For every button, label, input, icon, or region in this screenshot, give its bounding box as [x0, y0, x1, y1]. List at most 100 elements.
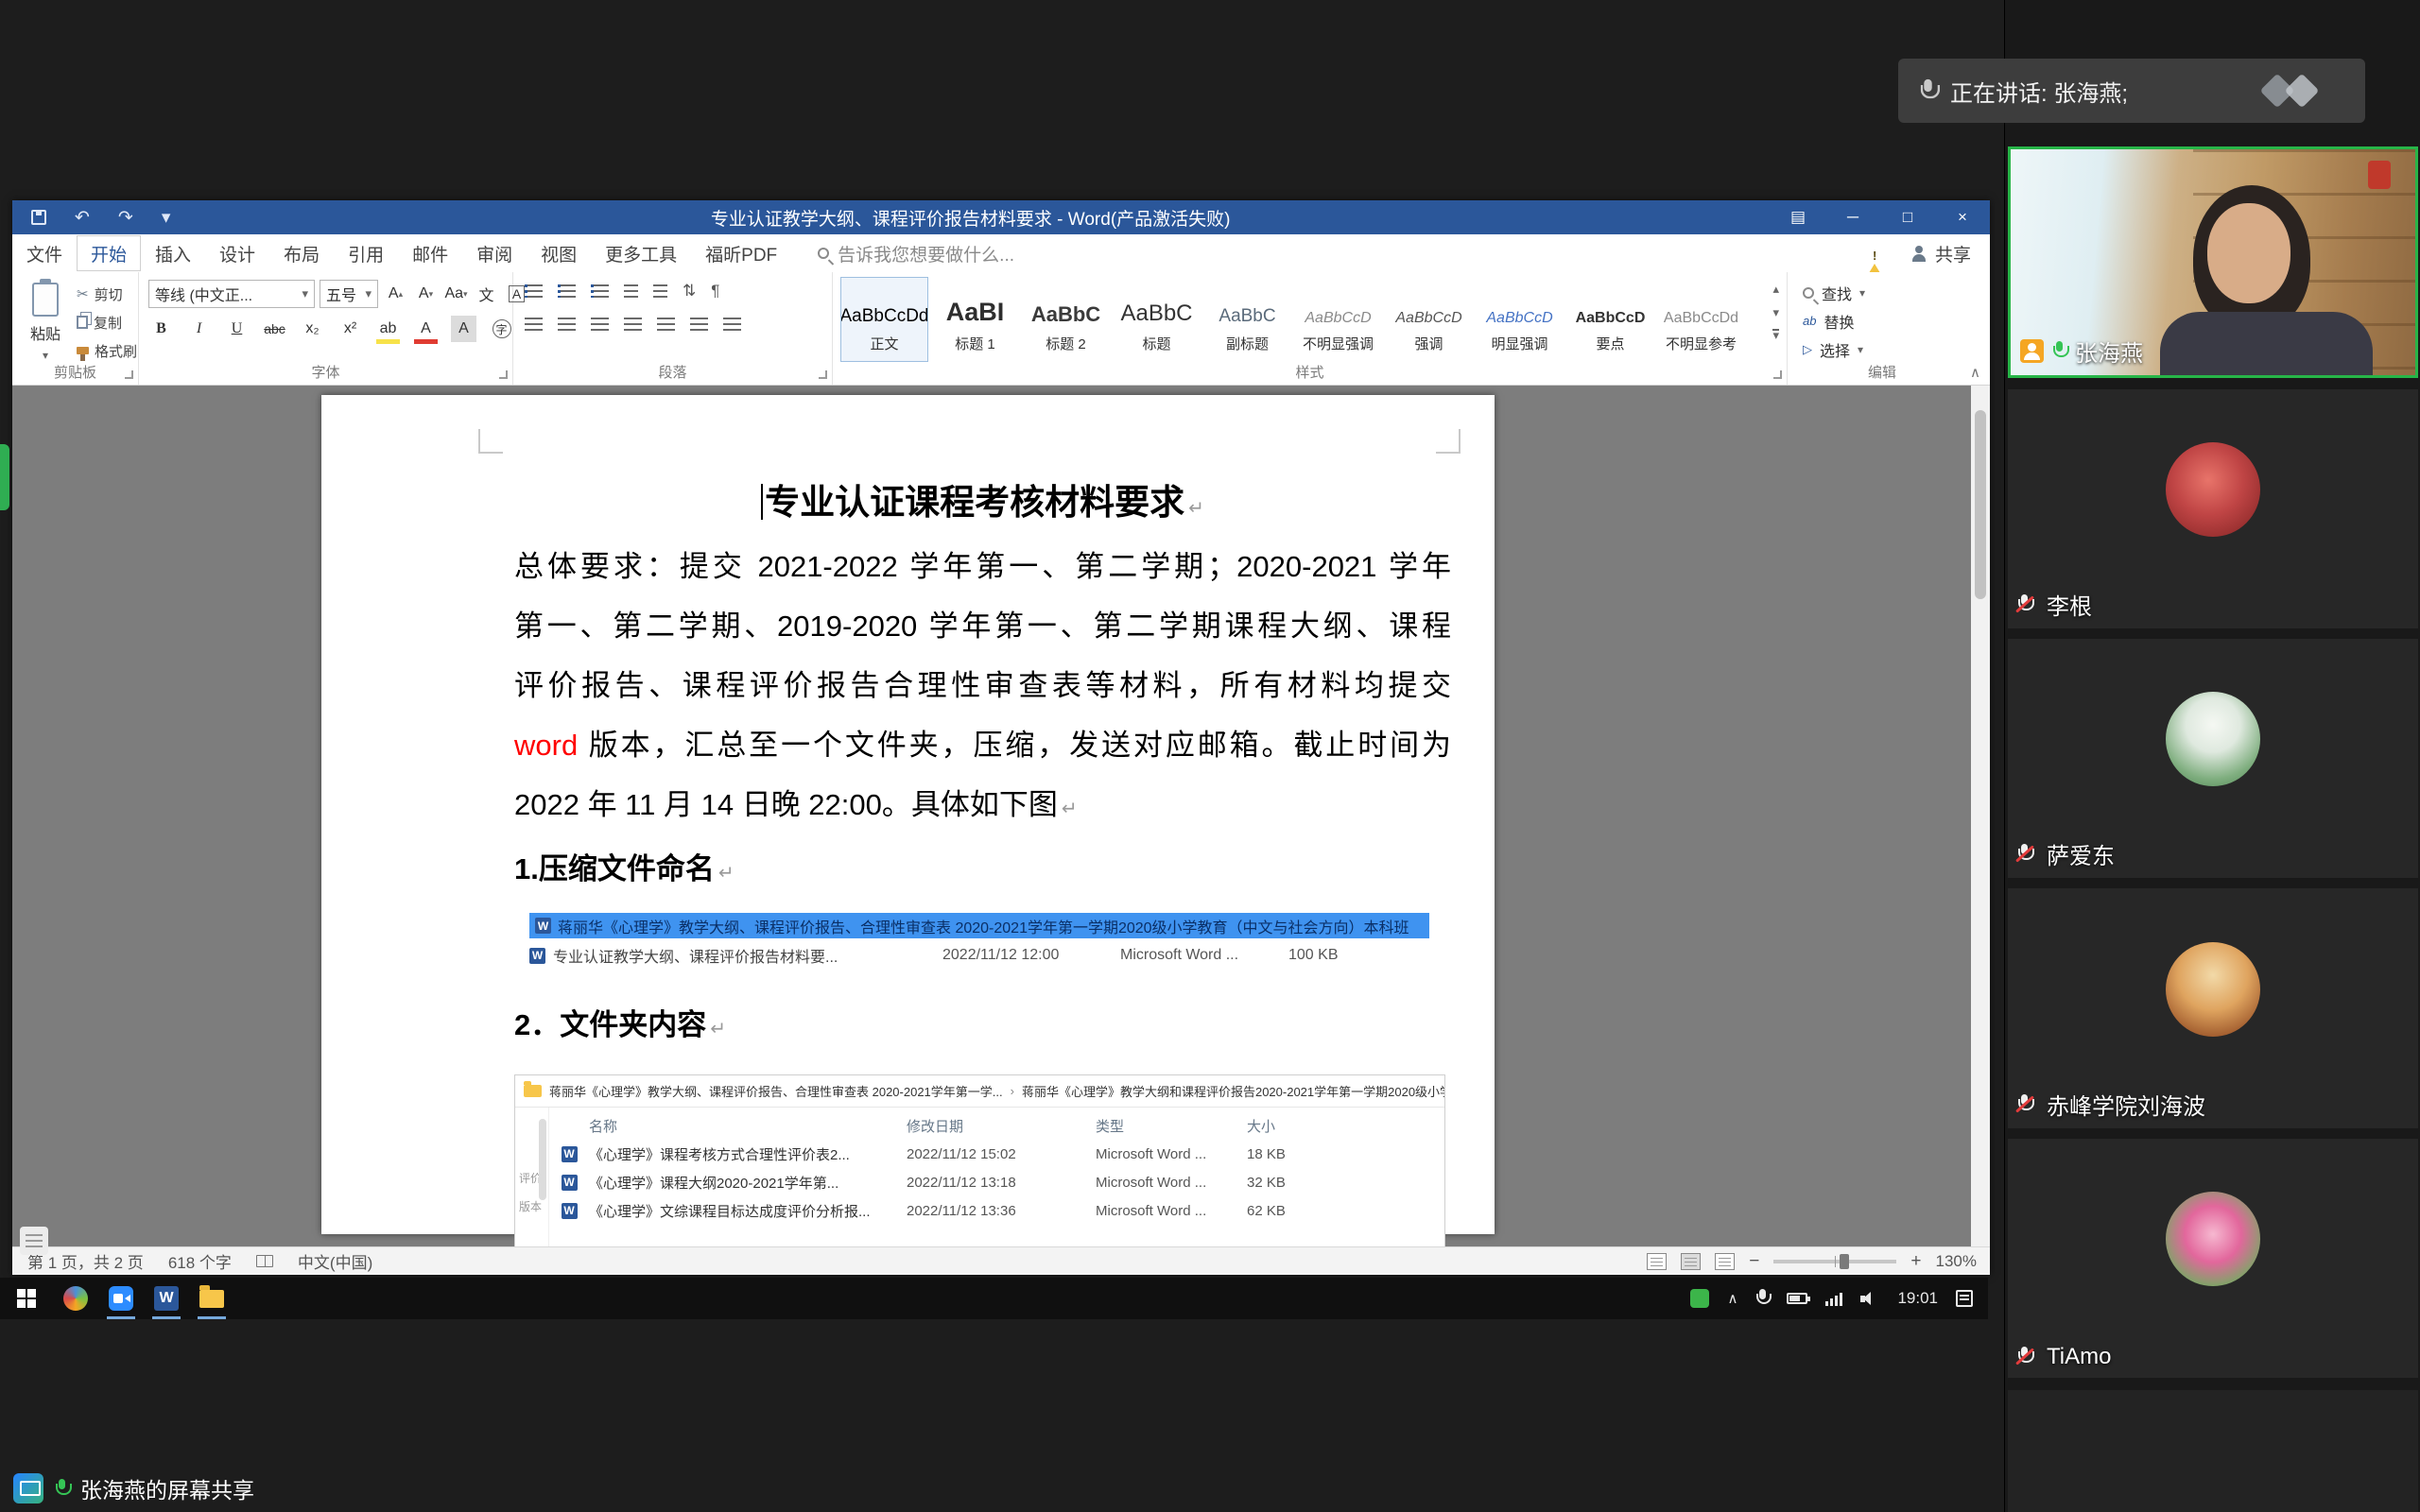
style-subtle-emphasis[interactable]: AaBbCcD不明显强调: [1294, 277, 1382, 362]
zoom-in-button[interactable]: +: [1910, 1251, 1921, 1272]
align-center-icon[interactable]: [558, 318, 576, 331]
undo-icon[interactable]: ↶: [75, 207, 90, 229]
tab-references[interactable]: 引用: [334, 235, 398, 271]
numbering-icon[interactable]: [558, 284, 576, 298]
style-gallery-more-icon[interactable]: ▾: [1772, 329, 1779, 340]
web-layout-icon[interactable]: [1715, 1253, 1735, 1270]
style-strong[interactable]: AaBbCcD要点: [1566, 277, 1654, 362]
change-case-button[interactable]: Aa▾: [443, 281, 469, 307]
grow-font-button[interactable]: A▴: [383, 281, 408, 307]
taskbar-app-meeting[interactable]: [98, 1278, 144, 1319]
line-spacing-icon[interactable]: [657, 318, 675, 331]
clipboard-dialog-launcher[interactable]: [125, 370, 133, 379]
taskbar-clock[interactable]: 19:01: [1897, 1289, 1938, 1308]
tray-network-icon[interactable]: [1825, 1292, 1842, 1306]
multilevel-list-icon[interactable]: [591, 284, 609, 298]
document-page[interactable]: 专业认证课程考核材料要求↵ 总体要求：提交 2021-2022 学年第一、第二学…: [321, 395, 1495, 1234]
floating-tool-widget[interactable]: [20, 1227, 48, 1255]
tray-green-app-icon[interactable]: [1690, 1289, 1709, 1308]
tab-mailings[interactable]: 邮件: [398, 235, 462, 271]
close-button[interactable]: ×: [1935, 200, 1990, 234]
word-count[interactable]: 618 个字: [168, 1249, 232, 1273]
zoom-slider[interactable]: [1773, 1260, 1896, 1263]
text-highlight-button[interactable]: ab: [375, 316, 401, 342]
tray-microphone-icon[interactable]: [1755, 1289, 1769, 1308]
style-heading1[interactable]: AaBI标题 1: [931, 277, 1019, 362]
underline-button[interactable]: U: [224, 316, 250, 342]
collapse-ribbon-icon[interactable]: ∧: [1970, 364, 1980, 381]
italic-button[interactable]: I: [186, 316, 212, 342]
character-shading-button[interactable]: A: [451, 316, 476, 342]
justify-icon[interactable]: [624, 318, 642, 331]
tray-volume-icon[interactable]: [1860, 1291, 1879, 1306]
tab-design[interactable]: 设计: [205, 235, 269, 271]
bold-button[interactable]: B: [148, 316, 174, 342]
qat-customize-icon[interactable]: ▾: [162, 207, 171, 229]
select-button[interactable]: ▷ 选择 ▾: [1803, 336, 1865, 362]
align-left-icon[interactable]: [525, 318, 543, 331]
bullets-icon[interactable]: [525, 284, 543, 298]
tab-foxit-pdf[interactable]: 福昕PDF: [691, 235, 791, 271]
sort-icon[interactable]: ⇅: [683, 282, 696, 301]
font-color-button[interactable]: A: [413, 316, 439, 342]
borders-icon[interactable]: [723, 318, 741, 331]
activation-warning-icon[interactable]: !: [1863, 244, 1886, 263]
taskbar-app-explorer[interactable]: [189, 1278, 234, 1319]
maximize-button[interactable]: □: [1880, 200, 1935, 234]
tab-layout[interactable]: 布局: [269, 235, 334, 271]
style-intense-emphasis[interactable]: AaBbCcD明显强调: [1476, 277, 1564, 362]
video-tile-partial[interactable]: [2008, 1390, 2418, 1512]
zoom-level[interactable]: 130%: [1936, 1252, 1977, 1271]
tab-file[interactable]: 文件: [12, 235, 77, 271]
styles-dialog-launcher[interactable]: [1773, 370, 1782, 379]
taskbar-app-generic[interactable]: [53, 1278, 98, 1319]
tab-insert[interactable]: 插入: [141, 235, 205, 271]
replace-button[interactable]: ab 替换: [1803, 308, 1865, 334]
strikethrough-button[interactable]: abc: [262, 316, 287, 342]
increase-indent-icon[interactable]: [653, 284, 667, 298]
superscript-button[interactable]: x²: [337, 316, 363, 342]
proofing-icon[interactable]: [256, 1255, 273, 1267]
font-dialog-launcher[interactable]: [499, 370, 508, 379]
style-gallery-up-icon[interactable]: ▴: [1772, 282, 1779, 297]
subscript-button[interactable]: x₂: [300, 316, 325, 342]
minimize-button[interactable]: ─: [1825, 200, 1880, 234]
font-size-select[interactable]: 五号 ▾: [320, 280, 378, 308]
tab-review[interactable]: 审阅: [462, 235, 527, 271]
meeting-toolbar-collapsed[interactable]: [0, 444, 9, 510]
cut-button[interactable]: ✂ 剪切: [77, 284, 137, 304]
ribbon-display-options-button[interactable]: ▤: [1771, 200, 1825, 234]
zoom-out-button[interactable]: −: [1749, 1251, 1759, 1272]
tray-battery-icon[interactable]: [1787, 1293, 1807, 1304]
copy-button[interactable]: 复制: [77, 312, 137, 333]
tab-view[interactable]: 视图: [527, 235, 591, 271]
read-mode-icon[interactable]: [1647, 1253, 1667, 1270]
style-heading2[interactable]: AaBbC标题 2: [1022, 277, 1110, 362]
style-subtle-reference[interactable]: AaBbCcDd不明显参考: [1657, 277, 1745, 362]
paste-button[interactable]: 粘贴 ▾: [18, 280, 73, 365]
show-paragraph-marks-icon[interactable]: ¶: [711, 282, 719, 301]
tab-home[interactable]: 开始: [77, 235, 141, 271]
style-gallery-down-icon[interactable]: ▾: [1772, 305, 1779, 320]
phonetic-guide-button[interactable]: 文: [474, 281, 499, 307]
taskbar-app-word[interactable]: [144, 1278, 189, 1319]
video-tile-ligen[interactable]: 李根: [2008, 389, 2418, 628]
save-icon[interactable]: [31, 210, 46, 225]
style-normal[interactable]: AaBbCcDd正文: [840, 277, 928, 362]
tell-me-box[interactable]: 告诉我您想要做什么...: [818, 241, 1014, 266]
font-name-select[interactable]: 等线 (中文正... ▾: [148, 280, 315, 308]
paragraph-dialog-launcher[interactable]: [819, 370, 827, 379]
enclose-character-button[interactable]: 字: [489, 316, 514, 342]
style-title[interactable]: AaBbC标题: [1113, 277, 1201, 362]
video-tile-zhanghaiyan[interactable]: 张海燕: [2008, 146, 2418, 378]
tab-more-tools[interactable]: 更多工具: [591, 235, 691, 271]
tray-expand-icon[interactable]: ∧: [1727, 1290, 1737, 1307]
shading-icon[interactable]: [690, 318, 708, 331]
redo-icon[interactable]: ↷: [118, 207, 133, 229]
format-painter-button[interactable]: 格式刷: [77, 340, 137, 361]
video-tile-tiamo[interactable]: TiAmo: [2008, 1139, 2418, 1378]
notification-center-icon[interactable]: [1956, 1290, 1973, 1307]
share-button[interactable]: 共享: [1910, 241, 1971, 266]
video-tile-liuhaibo[interactable]: 赤峰学院刘海波: [2008, 888, 2418, 1128]
video-tile-saaidong[interactable]: 萨爱东: [2008, 639, 2418, 878]
